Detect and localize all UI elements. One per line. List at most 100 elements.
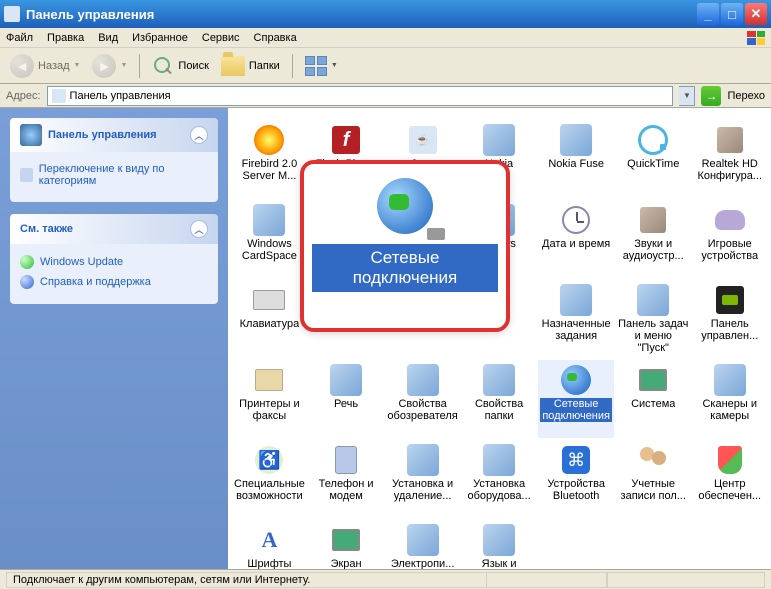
grid-item[interactable]: Экран xyxy=(309,520,384,569)
grid-item[interactable]: Установка оборудова... xyxy=(462,440,537,518)
ic-gamepad-icon xyxy=(714,204,746,236)
highlight-label: Сетевые подключения xyxy=(312,244,498,292)
highlight-callout: Сетевые подключения xyxy=(300,160,510,332)
link-label: Справка и поддержка xyxy=(40,276,151,288)
folder-icon xyxy=(221,56,245,76)
menu-view[interactable]: Вид xyxy=(98,32,118,44)
item-label: Клавиатура xyxy=(240,318,300,330)
menu-edit[interactable]: Правка xyxy=(47,32,84,44)
address-dropdown[interactable]: ▼ xyxy=(679,86,695,106)
grid-item[interactable]: Панель задач и меню "Пуск" xyxy=(616,280,691,358)
back-button[interactable]: ◄ Назад ▼ xyxy=(6,52,84,80)
close-button[interactable]: ✕ xyxy=(745,3,767,25)
grid-item[interactable]: Игровые устройства xyxy=(692,200,767,278)
item-label: Язык и региональ... xyxy=(464,558,535,569)
ic-generic-icon xyxy=(330,364,362,396)
item-label: Учетные записи пол... xyxy=(618,478,689,502)
address-value: Панель управления xyxy=(70,90,171,102)
link-label: Переключение к виду по категориям xyxy=(39,163,208,187)
item-label: Установка оборудова... xyxy=(464,478,535,502)
ic-java-icon: ☕ xyxy=(407,124,439,156)
grid-item[interactable]: Речь xyxy=(309,360,384,438)
views-dropdown-icon: ▼ xyxy=(331,62,338,69)
ic-keyboard-icon xyxy=(253,284,285,316)
grid-item[interactable]: Панель управлен... xyxy=(692,280,767,358)
grid-item[interactable]: ⌘Устройства Bluetooth xyxy=(538,440,614,518)
grid-item[interactable]: Сетевые подключения xyxy=(538,360,614,438)
grid-item[interactable]: Установка и удаление... xyxy=(385,440,460,518)
item-label: Сетевые подключения xyxy=(540,398,612,422)
ic-generic-icon xyxy=(483,364,515,396)
ic-qt-icon xyxy=(637,124,669,156)
sidebar-link-windows-update[interactable]: Windows Update xyxy=(20,252,208,272)
item-label: Nokia Fuse xyxy=(548,158,604,170)
folders-button[interactable]: Папки xyxy=(217,54,284,78)
grid-item[interactable]: Звуки и аудиоустр... xyxy=(616,200,691,278)
menu-tools[interactable]: Сервис xyxy=(202,32,240,44)
item-label: Звуки и аудиоустр... xyxy=(618,238,689,262)
grid-item[interactable]: Свойства папки xyxy=(462,360,537,438)
grid-item[interactable]: Nokia Fuse xyxy=(538,120,614,198)
grid-item[interactable]: Realtek HD Конфигура... xyxy=(692,120,767,198)
forward-button[interactable]: ► ▼ xyxy=(88,52,131,80)
panel-header[interactable]: Панель управления ︿ xyxy=(10,118,218,152)
grid-item[interactable]: Принтеры и факсы xyxy=(232,360,307,438)
grid-item[interactable]: ♿Специальные возможности xyxy=(232,440,307,518)
ic-globe-icon xyxy=(560,364,592,396)
grid-item[interactable]: Свойства обозревателя xyxy=(385,360,460,438)
sidebar: Панель управления ︿ Переключение к виду … xyxy=(0,108,228,569)
ic-generic-icon xyxy=(560,124,592,156)
ic-font-icon: A xyxy=(253,524,285,556)
panel-header[interactable]: См. также ︿ xyxy=(10,214,218,244)
item-label: QuickTime xyxy=(627,158,679,170)
grid-item[interactable]: QuickTime xyxy=(616,120,691,198)
item-label: Дата и время xyxy=(542,238,610,250)
menu-file[interactable]: Файл xyxy=(6,32,33,44)
sidebar-link-help[interactable]: Справка и поддержка xyxy=(20,272,208,292)
grid-item[interactable]: Система xyxy=(616,360,691,438)
ic-generic-icon xyxy=(637,284,669,316)
back-label: Назад xyxy=(38,60,70,72)
search-icon xyxy=(152,55,174,77)
grid-item[interactable]: Дата и время xyxy=(538,200,614,278)
grid-item[interactable]: Windows CardSpace xyxy=(232,200,307,278)
ic-generic-icon xyxy=(407,524,439,556)
grid-item[interactable]: Электропи... xyxy=(385,520,460,569)
toolbar: ◄ Назад ▼ ► ▼ Поиск Папки ▼ xyxy=(0,48,771,84)
status-cell xyxy=(486,572,608,588)
network-globe-icon xyxy=(377,178,433,234)
ic-generic-icon xyxy=(407,364,439,396)
link-label: Windows Update xyxy=(40,256,123,268)
sidebar-link-category-view[interactable]: Переключение к виду по категориям xyxy=(20,160,208,190)
icon-grid: Firebird 2.0 Server M...fFlash Player☕Ja… xyxy=(228,108,771,569)
go-button[interactable]: → xyxy=(701,86,721,106)
addressbar: Адрес: Панель управления ▼ → Перехо xyxy=(0,84,771,108)
item-label: Realtek HD Конфигура... xyxy=(694,158,765,182)
grid-item[interactable]: Учетные записи пол... xyxy=(616,440,691,518)
views-button[interactable]: ▼ xyxy=(301,54,342,78)
address-input[interactable]: Панель управления xyxy=(47,86,674,106)
item-label: Панель управлен... xyxy=(694,318,765,342)
grid-item[interactable]: Сканеры и камеры xyxy=(692,360,767,438)
maximize-button[interactable]: □ xyxy=(721,3,743,25)
menu-help[interactable]: Справка xyxy=(254,32,297,44)
search-button[interactable]: Поиск xyxy=(148,53,212,79)
grid-item[interactable]: Клавиатура xyxy=(232,280,307,358)
grid-item[interactable]: AШрифты xyxy=(232,520,307,569)
ic-wheelchair-icon: ♿ xyxy=(253,444,285,476)
chevron-up-icon[interactable]: ︿ xyxy=(190,220,208,238)
grid-item[interactable]: Firebird 2.0 Server M... xyxy=(232,120,307,198)
chevron-up-icon[interactable]: ︿ xyxy=(190,126,208,144)
minimize-button[interactable]: _ xyxy=(697,3,719,25)
grid-item[interactable]: Язык и региональ... xyxy=(462,520,537,569)
grid-item[interactable]: Назначенные задания xyxy=(538,280,614,358)
window-title: Панель управления xyxy=(26,7,695,22)
ic-printer-icon xyxy=(253,364,285,396)
item-label: Экран xyxy=(331,558,362,569)
item-label: Электропи... xyxy=(391,558,455,569)
menu-favorites[interactable]: Избранное xyxy=(132,32,188,44)
ic-nvidia-icon xyxy=(714,284,746,316)
grid-item[interactable]: Центр обеспечен... xyxy=(692,440,767,518)
grid-item[interactable]: Телефон и модем xyxy=(309,440,384,518)
app-icon xyxy=(4,6,20,22)
